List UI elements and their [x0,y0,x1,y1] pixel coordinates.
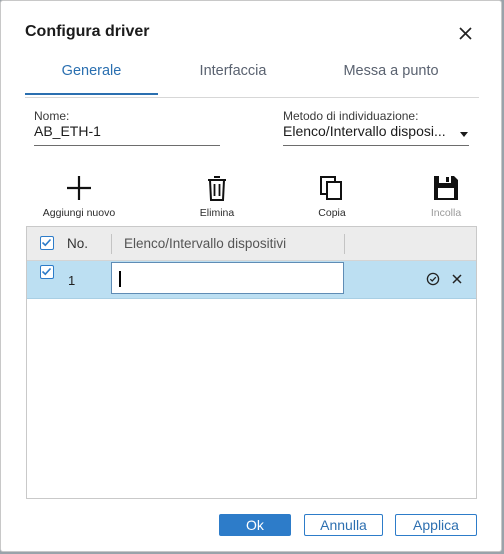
row-number: 1 [68,273,76,288]
copy-icon [320,176,342,200]
method-select[interactable]: Elenco/Intervallo disposi... [283,123,455,139]
checkmark-icon [41,238,52,247]
paste-label: Incolla [430,207,462,219]
add-new-label: Aggiungi nuovo [42,207,116,219]
tab-interfaccia[interactable]: Interfaccia [158,59,308,95]
method-select-underline [283,145,469,146]
paste-button[interactable]: Incolla [401,173,491,221]
column-separator [344,234,345,254]
delete-label: Elimina [199,207,235,219]
name-label: Nome: [34,109,70,123]
column-header-device-list[interactable]: Elenco/Intervallo dispositivi [124,236,286,251]
ok-button[interactable]: Ok [219,514,291,536]
confirm-icon[interactable] [426,272,440,286]
select-all-checkbox[interactable] [40,236,54,250]
column-separator [111,234,112,254]
add-new-button[interactable]: Aggiungi nuovo [34,173,124,221]
table-row[interactable]: 1 [27,261,476,299]
plus-icon [67,176,91,200]
cancel-edit-icon[interactable] [450,272,464,286]
method-label: Metodo di individuazione: [283,109,419,123]
tab-messa-a-punto[interactable]: Messa a punto [325,59,457,95]
dialog-title: Configura driver [25,23,150,40]
save-icon [434,176,458,200]
name-field[interactable]: AB_ETH-1 [34,123,220,139]
device-range-input[interactable] [111,262,344,294]
grid-header: No. Elenco/Intervallo dispositivi [27,227,476,261]
row-checkbox[interactable] [40,265,54,279]
active-tab-indicator [25,93,158,95]
device-grid: No. Elenco/Intervallo dispositivi 1 [26,226,477,499]
delete-button[interactable]: Elimina [172,173,262,221]
tab-bar: Generale Interfaccia Messa a punto [25,59,479,98]
apply-button[interactable]: Applica [395,514,477,536]
text-cursor [119,271,121,287]
dropdown-caret-icon[interactable] [460,132,468,137]
tab-generale[interactable]: Generale [25,59,158,95]
copy-button[interactable]: Copia [287,173,377,221]
checkmark-icon [41,267,52,276]
name-field-underline [34,145,220,146]
cancel-button[interactable]: Annulla [304,514,383,536]
close-icon[interactable] [455,23,477,45]
configure-driver-dialog: Configura driver Generale Interfaccia Me… [0,0,502,552]
trash-icon [208,176,226,201]
column-header-number[interactable]: No. [67,236,88,251]
copy-label: Copia [318,207,346,219]
